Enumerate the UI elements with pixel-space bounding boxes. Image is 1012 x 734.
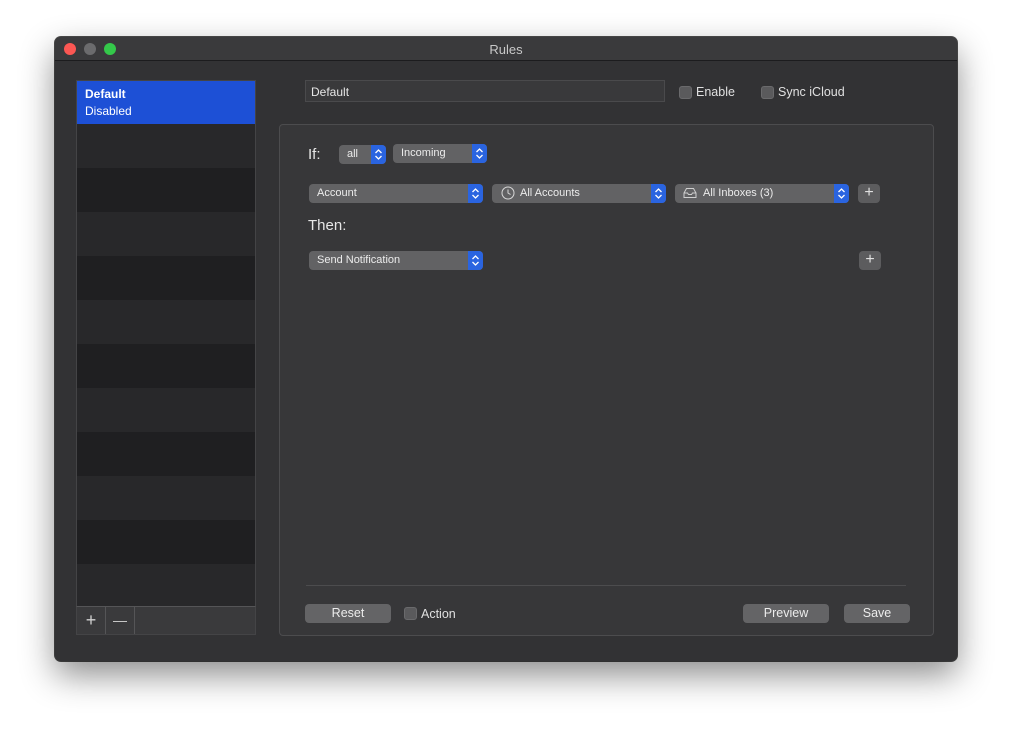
add-condition-button[interactable]: + [858, 184, 880, 203]
reset-button[interactable]: Reset [305, 604, 391, 623]
preview-button[interactable]: Preview [743, 604, 829, 623]
condition-value-value: All Inboxes (3) [703, 187, 774, 199]
window-title: Rules [489, 42, 523, 57]
if-label: If: [308, 146, 321, 163]
action-checkbox-label: Action [421, 607, 456, 621]
title-bar: Rules [55, 37, 957, 61]
rules-list-toolbar: + — [76, 606, 256, 635]
rule-item-default[interactable]: Default Disabled [77, 81, 255, 124]
save-button[interactable]: Save [844, 604, 910, 623]
add-rule-button[interactable]: + [77, 607, 106, 634]
condition-field-value: Account [317, 187, 357, 199]
rule-name: Default [85, 87, 126, 101]
enable-label: Enable [696, 85, 735, 99]
rules-list[interactable]: Default Disabled [76, 80, 256, 608]
list-stripe [77, 432, 255, 476]
rule-name-field[interactable]: Default [305, 80, 665, 102]
match-popup[interactable]: all [339, 145, 386, 164]
list-stripe [77, 520, 255, 564]
add-action-button[interactable]: + [859, 251, 881, 270]
clock-icon [501, 186, 515, 200]
trigger-value: Incoming [401, 147, 446, 159]
action-checkbox[interactable] [404, 607, 417, 620]
inbox-icon [683, 188, 697, 198]
chevron-updown-icon [371, 145, 386, 164]
remove-rule-button[interactable]: — [106, 607, 135, 634]
then-label: Then: [308, 217, 347, 234]
condition-operator-value: All Accounts [520, 187, 580, 199]
rules-window: Rules Default Disabled + — Default Enabl… [55, 37, 957, 661]
chevron-updown-icon [651, 184, 666, 203]
list-stripe [77, 168, 255, 212]
condition-value-popup[interactable]: All Inboxes (3) [675, 184, 849, 203]
chevron-updown-icon [468, 251, 483, 270]
condition-field-popup[interactable]: Account [309, 184, 483, 203]
sync-icloud-checkbox[interactable] [761, 86, 774, 99]
footer-divider [306, 585, 906, 586]
chevron-updown-icon [472, 144, 487, 163]
match-value: all [347, 148, 359, 160]
sync-icloud-label: Sync iCloud [778, 85, 845, 99]
list-stripe [77, 256, 255, 300]
list-stripe [77, 344, 255, 388]
chevron-updown-icon [834, 184, 849, 203]
action-value: Send Notification [317, 254, 401, 266]
trigger-popup[interactable]: Incoming [393, 144, 487, 163]
action-popup[interactable]: Send Notification [309, 251, 483, 270]
rule-status: Disabled [85, 104, 132, 118]
chevron-updown-icon [468, 184, 483, 203]
enable-checkbox[interactable] [679, 86, 692, 99]
rule-editor-panel: If: all Incoming Account All Accounts Al… [279, 124, 934, 636]
condition-operator-popup[interactable]: All Accounts [492, 184, 666, 203]
